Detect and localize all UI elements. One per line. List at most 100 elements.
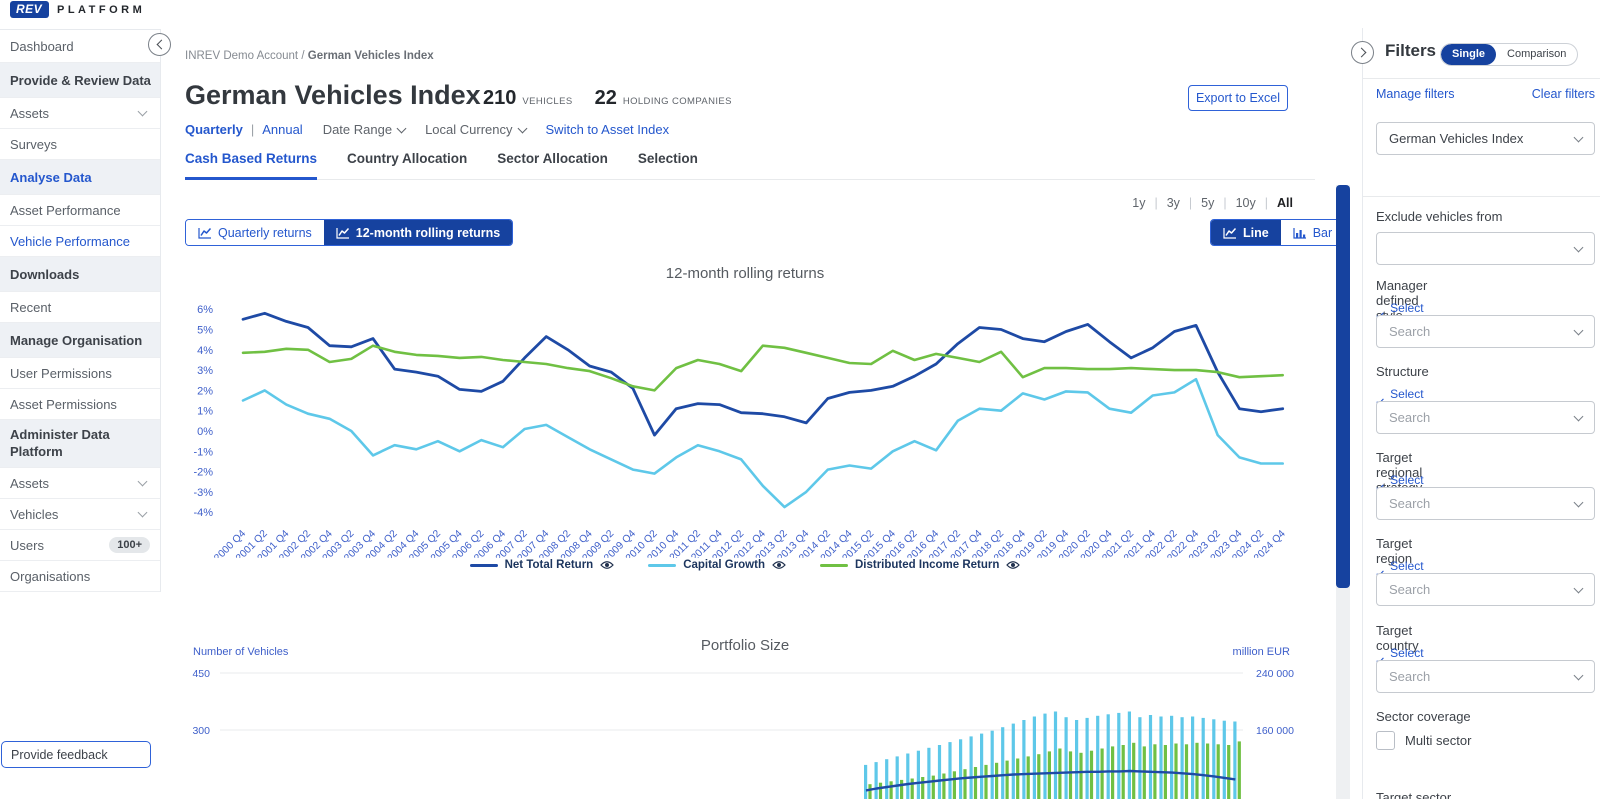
bar-bar-series-2[interactable] bbox=[1048, 751, 1051, 799]
bar-bar-series-2[interactable] bbox=[984, 765, 987, 799]
export-to-excel-button[interactable]: Export to Excel bbox=[1188, 85, 1288, 111]
bar-bar-series-2[interactable] bbox=[921, 777, 924, 799]
bar-bar-series-2[interactable] bbox=[1195, 743, 1198, 799]
bar-bar-series-1[interactable] bbox=[1128, 712, 1131, 799]
legend-item-distributed-income-return[interactable]: Distributed Income Return bbox=[820, 559, 1020, 571]
bar-bar-series-1[interactable] bbox=[948, 742, 951, 799]
eye-icon[interactable] bbox=[772, 560, 786, 570]
bar-bar-series-1[interactable] bbox=[885, 759, 888, 799]
bar-bar-series-1[interactable] bbox=[1159, 717, 1162, 799]
sidebar-item-vehicles[interactable]: Vehicles bbox=[0, 499, 160, 530]
bar-bar-series-1[interactable] bbox=[1107, 714, 1110, 799]
bar-bar-series-2[interactable] bbox=[1090, 751, 1093, 799]
bar-bar-series-1[interactable] bbox=[1022, 720, 1025, 799]
search-select-target-region[interactable]: Search bbox=[1376, 573, 1595, 606]
toggle-line[interactable]: Line bbox=[1211, 220, 1281, 245]
bar-bar-series-1[interactable] bbox=[1212, 719, 1215, 799]
multi-sector-checkbox[interactable] bbox=[1376, 731, 1395, 750]
bar-bar-series-1[interactable] bbox=[917, 751, 920, 799]
date-range-dropdown[interactable]: Date Range bbox=[323, 122, 405, 137]
bar-bar-series-1[interactable] bbox=[896, 756, 899, 799]
provide-feedback-button[interactable]: Provide feedback bbox=[1, 741, 151, 768]
bar-bar-series-1[interactable] bbox=[1233, 722, 1236, 799]
bar-bar-series-1[interactable] bbox=[1012, 724, 1015, 799]
bar-bar-series-2[interactable] bbox=[1006, 761, 1009, 799]
mode-single[interactable]: Single bbox=[1441, 44, 1496, 65]
bar-bar-series-1[interactable] bbox=[927, 748, 930, 799]
search-select-manager-defined-style[interactable]: Search bbox=[1376, 315, 1595, 348]
frequency-annual[interactable]: Annual bbox=[262, 122, 302, 137]
sidebar-item-organisations[interactable]: Organisations bbox=[0, 561, 160, 592]
search-select-target-country[interactable]: Search bbox=[1376, 660, 1595, 693]
series-line-distributed-income-return[interactable] bbox=[243, 346, 1283, 391]
exclude-vehicles-select[interactable] bbox=[1376, 232, 1595, 265]
switch-to-asset-index-link[interactable]: Switch to Asset Index bbox=[546, 122, 670, 137]
eye-icon[interactable] bbox=[600, 560, 614, 570]
bar-bar-series-1[interactable] bbox=[1223, 721, 1226, 799]
bar-bar-series-2[interactable] bbox=[868, 784, 871, 799]
bar-bar-series-1[interactable] bbox=[1170, 716, 1173, 799]
bar-bar-series-1[interactable] bbox=[1149, 715, 1152, 799]
bar-bar-series-1[interactable] bbox=[938, 745, 941, 799]
bar-bar-series-2[interactable] bbox=[890, 781, 893, 799]
bar-bar-series-2[interactable] bbox=[1174, 744, 1177, 799]
tab-country-allocation[interactable]: Country Allocation bbox=[347, 151, 467, 179]
toggle-quarterly-returns[interactable]: Quarterly returns bbox=[186, 220, 324, 245]
bar-bar-series-1[interactable] bbox=[1117, 713, 1120, 799]
bar-bar-series-1[interactable] bbox=[1181, 717, 1184, 799]
bar-bar-series-2[interactable] bbox=[1016, 759, 1019, 799]
bar-bar-series-1[interactable] bbox=[875, 762, 878, 799]
series-line-net-total-return[interactable] bbox=[243, 313, 1283, 435]
sidebar-item-assets[interactable]: Assets bbox=[0, 468, 160, 499]
bar-bar-series-1[interactable] bbox=[1065, 717, 1068, 799]
rolling-returns-line-chart[interactable]: 6%5%4%3%2%1%0%-1%-2%-3%-4%2000 Q42001 Q2… bbox=[180, 282, 1310, 558]
bar-bar-series-2[interactable] bbox=[1079, 753, 1082, 799]
bar-bar-series-2[interactable] bbox=[1238, 741, 1241, 799]
range-option-all[interactable]: All bbox=[1277, 196, 1293, 210]
bar-bar-series-1[interactable] bbox=[1096, 716, 1099, 799]
clear-filters-link[interactable]: Clear filters bbox=[1532, 87, 1595, 101]
mode-comparison[interactable]: Comparison bbox=[1496, 44, 1577, 65]
bar-bar-series-1[interactable] bbox=[959, 739, 962, 799]
frequency-quarterly[interactable]: Quarterly bbox=[185, 122, 243, 137]
sidebar-item-user-permissions[interactable]: User Permissions bbox=[0, 358, 160, 389]
search-select-structure[interactable]: Search bbox=[1376, 401, 1595, 434]
tab-sector-allocation[interactable]: Sector Allocation bbox=[497, 151, 608, 179]
portfolio-size-chart[interactable]: 450300240 000160 000 bbox=[180, 660, 1310, 799]
bar-bar-series-2[interactable] bbox=[963, 769, 966, 799]
bar-bar-series-2[interactable] bbox=[1227, 745, 1230, 799]
sidebar-item-users[interactable]: Users100+ bbox=[0, 530, 160, 561]
bar-bar-series-1[interactable] bbox=[1075, 720, 1078, 799]
bar-bar-series-2[interactable] bbox=[911, 779, 914, 799]
sidebar-item-assets[interactable]: Assets bbox=[0, 98, 160, 129]
sidebar-item-vehicle-performance[interactable]: Vehicle Performance bbox=[0, 226, 160, 257]
breadcrumb-root[interactable]: INREV Demo Account bbox=[185, 50, 298, 62]
bar-bar-series-1[interactable] bbox=[864, 765, 867, 799]
range-option-1y[interactable]: 1y bbox=[1132, 196, 1145, 210]
bar-bar-series-2[interactable] bbox=[879, 783, 882, 799]
bar-bar-series-2[interactable] bbox=[1185, 744, 1188, 799]
bar-bar-series-2[interactable] bbox=[1027, 756, 1030, 799]
eye-icon[interactable] bbox=[1006, 560, 1020, 570]
sidebar-item-asset-permissions[interactable]: Asset Permissions bbox=[0, 389, 160, 420]
bar-bar-series-1[interactable] bbox=[1001, 727, 1004, 799]
bar-bar-series-2[interactable] bbox=[932, 776, 935, 799]
range-option-3y[interactable]: 3y bbox=[1167, 196, 1180, 210]
local-currency-dropdown[interactable]: Local Currency bbox=[425, 122, 525, 137]
bar-bar-series-2[interactable] bbox=[1037, 754, 1040, 799]
sidebar-collapse-button[interactable] bbox=[148, 33, 171, 56]
search-select-target-regional-strategy[interactable]: Search bbox=[1376, 487, 1595, 520]
bar-bar-series-2[interactable] bbox=[1111, 746, 1114, 799]
tab-selection[interactable]: Selection bbox=[638, 151, 698, 179]
bar-bar-series-1[interactable] bbox=[1191, 717, 1194, 799]
bar-bar-series-2[interactable] bbox=[974, 767, 977, 799]
sidebar-item-surveys[interactable]: Surveys bbox=[0, 129, 160, 160]
bar-bar-series-1[interactable] bbox=[1043, 714, 1046, 799]
bar-bar-series-1[interactable] bbox=[1033, 717, 1036, 799]
bar-bar-series-1[interactable] bbox=[1202, 718, 1205, 799]
tab-cash-based-returns[interactable]: Cash Based Returns bbox=[185, 151, 317, 180]
main-scrollbar-thumb[interactable] bbox=[1336, 185, 1350, 588]
toggle-12-month-rolling-returns[interactable]: 12-month rolling returns bbox=[324, 220, 512, 245]
sidebar-item-recent[interactable]: Recent bbox=[0, 292, 160, 323]
range-option-5y[interactable]: 5y bbox=[1201, 196, 1214, 210]
